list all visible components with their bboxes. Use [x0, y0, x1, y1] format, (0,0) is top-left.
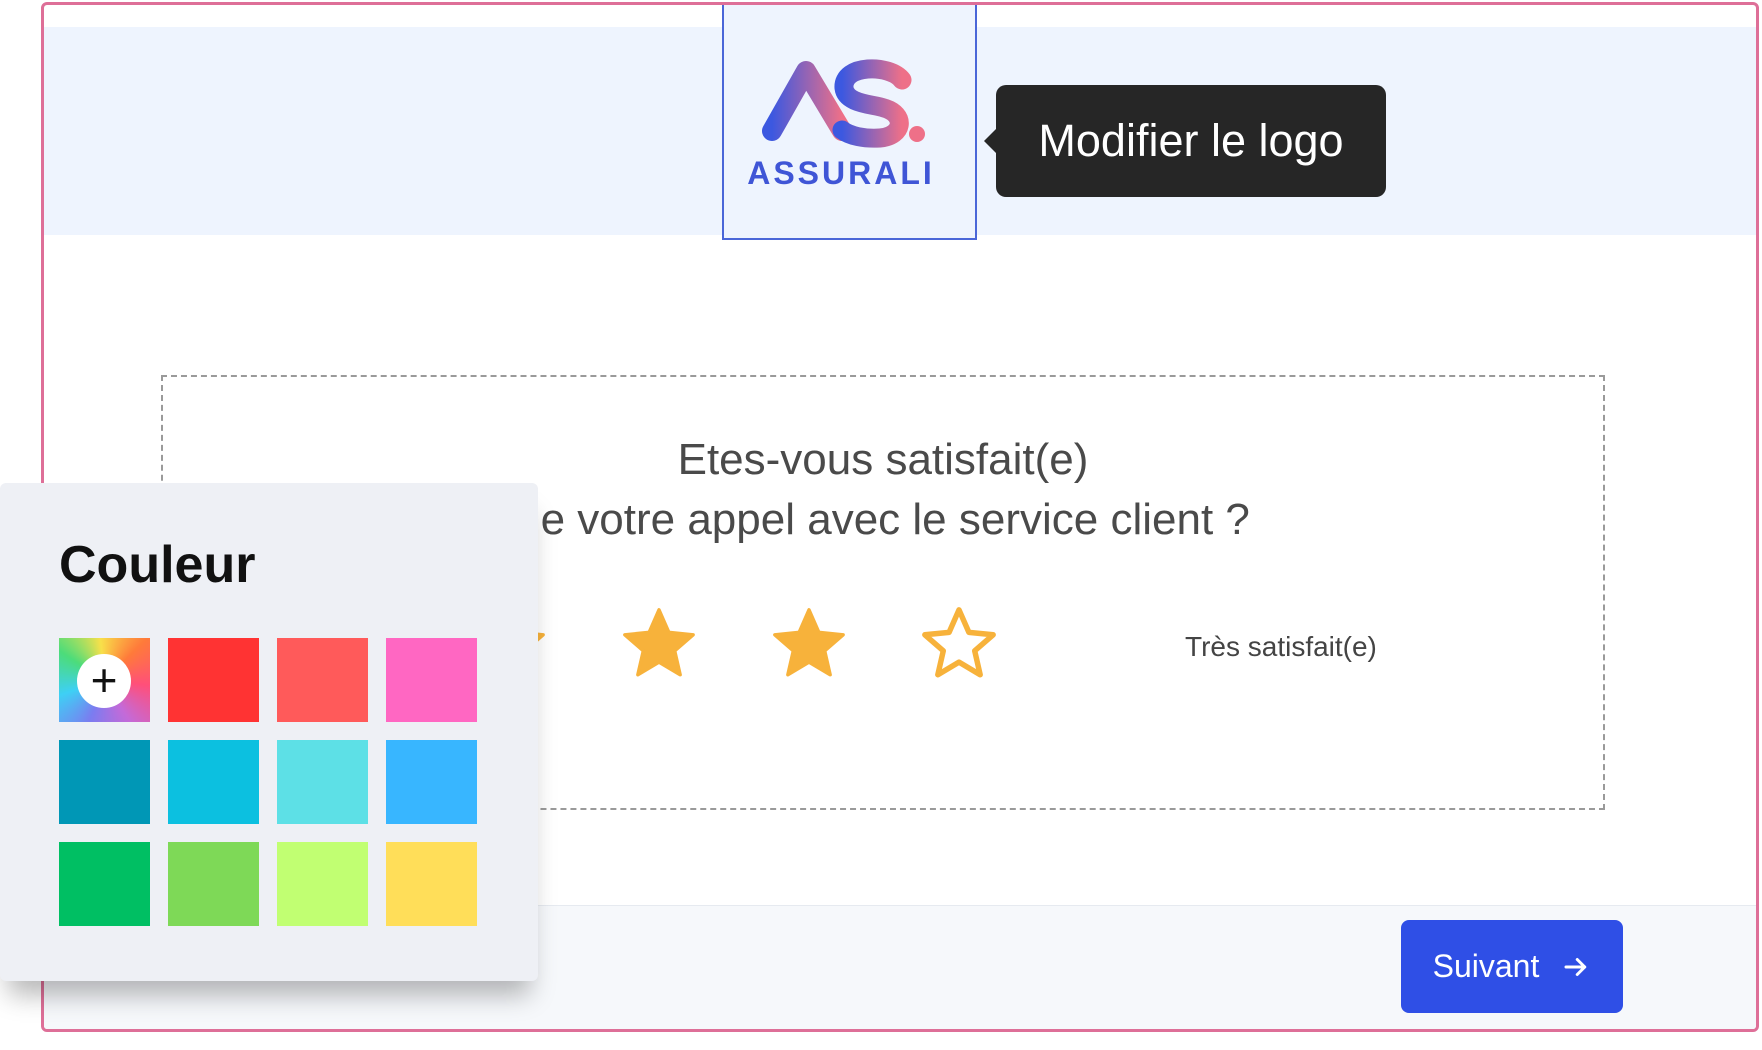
rating-star-4[interactable]	[768, 603, 850, 685]
logo-selection[interactable]: ASSURALI	[722, 5, 977, 240]
plus-icon: +	[77, 654, 131, 708]
color-swatch-7[interactable]	[386, 740, 477, 824]
color-swatch-1[interactable]	[168, 638, 259, 722]
color-swatch-4[interactable]	[59, 740, 150, 824]
rating-star-3[interactable]	[618, 603, 700, 685]
question-text-line-1: Etes-vous satisfait(e)	[677, 435, 1089, 484]
next-button[interactable]: Suivant	[1401, 920, 1623, 1013]
rating-max-label: Très satisfait(e)	[1185, 631, 1377, 662]
next-button-label: Suivant	[1432, 948, 1540, 984]
logo-brand-text: ASSURALI	[747, 155, 935, 191]
rating-star-5[interactable]	[918, 603, 1000, 685]
color-swatch-2[interactable]	[277, 638, 368, 722]
color-swatch-6[interactable]	[277, 740, 368, 824]
arrow-right-icon	[1564, 957, 1587, 976]
color-swatch-9[interactable]	[168, 842, 259, 926]
color-panel-title: Couleur	[59, 536, 256, 594]
color-swatch-10[interactable]	[277, 842, 368, 926]
assurali-logo: ASSURALI	[747, 59, 935, 191]
color-swatch-3[interactable]	[386, 638, 477, 722]
color-swatch-5[interactable]	[168, 740, 259, 824]
color-picker-panel: Couleur +	[0, 483, 538, 981]
color-swatch-8[interactable]	[59, 842, 150, 926]
edit-logo-tooltip: Modifier le logo	[984, 85, 1386, 197]
custom-color-swatch[interactable]: +	[59, 638, 150, 722]
color-swatch-11[interactable]	[386, 842, 477, 926]
